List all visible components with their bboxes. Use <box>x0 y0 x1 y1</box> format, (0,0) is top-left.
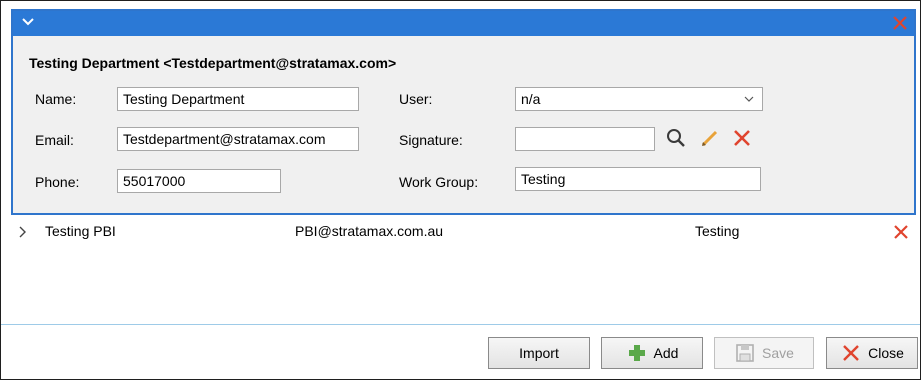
contact-edit-panel: Testing Department <Testdepartment@strat… <box>11 9 916 215</box>
delete-icon[interactable] <box>731 127 753 149</box>
plus-icon <box>628 345 645 361</box>
close-button-label: Close <box>868 345 904 361</box>
user-select-value: n/a <box>521 91 541 107</box>
name-field[interactable]: Testing Department <box>117 87 359 111</box>
save-icon <box>736 344 754 362</box>
add-button[interactable]: Add <box>601 337 703 369</box>
close-icon[interactable] <box>890 13 910 33</box>
pencil-icon[interactable] <box>699 127 721 149</box>
delete-icon[interactable] <box>892 223 910 241</box>
save-button-label: Save <box>762 345 794 361</box>
user-select[interactable]: n/a <box>515 87 763 111</box>
row-group: Testing <box>695 223 740 239</box>
contact-header: Testing Department <Testdepartment@strat… <box>29 55 397 71</box>
signature-label: Signature: <box>399 132 463 148</box>
add-button-label: Add <box>653 345 679 361</box>
save-button[interactable]: Save <box>714 337 814 369</box>
chevron-right-icon[interactable] <box>17 225 27 239</box>
search-icon[interactable] <box>665 127 687 149</box>
row-name: Testing PBI <box>45 223 116 239</box>
list-item[interactable]: Testing PBI PBI@stratamax.com.au Testing <box>11 217 916 247</box>
email-label: Email: <box>35 132 74 148</box>
phone-label: Phone: <box>35 174 80 190</box>
import-button[interactable]: Import <box>488 337 590 369</box>
workgroup-field[interactable]: Testing <box>515 167 761 191</box>
close-button[interactable]: Close <box>826 337 918 369</box>
user-label: User: <box>399 91 433 107</box>
signature-field[interactable] <box>515 127 655 151</box>
workgroup-label: Work Group: <box>399 174 479 190</box>
chevron-down-icon <box>744 96 754 102</box>
import-button-label: Import <box>519 345 559 361</box>
name-label: Name: <box>35 91 77 107</box>
row-email: PBI@stratamax.com.au <box>295 223 444 239</box>
email-field[interactable]: Testdepartment@stratamax.com <box>117 127 359 151</box>
panel-title-bar <box>13 11 914 36</box>
divider <box>1 324 920 325</box>
dialog-window: Testing Department <Testdepartment@strat… <box>0 0 921 380</box>
close-icon <box>843 345 859 361</box>
chevron-down-icon[interactable] <box>21 15 35 29</box>
phone-field[interactable]: 55017000 <box>117 169 281 193</box>
